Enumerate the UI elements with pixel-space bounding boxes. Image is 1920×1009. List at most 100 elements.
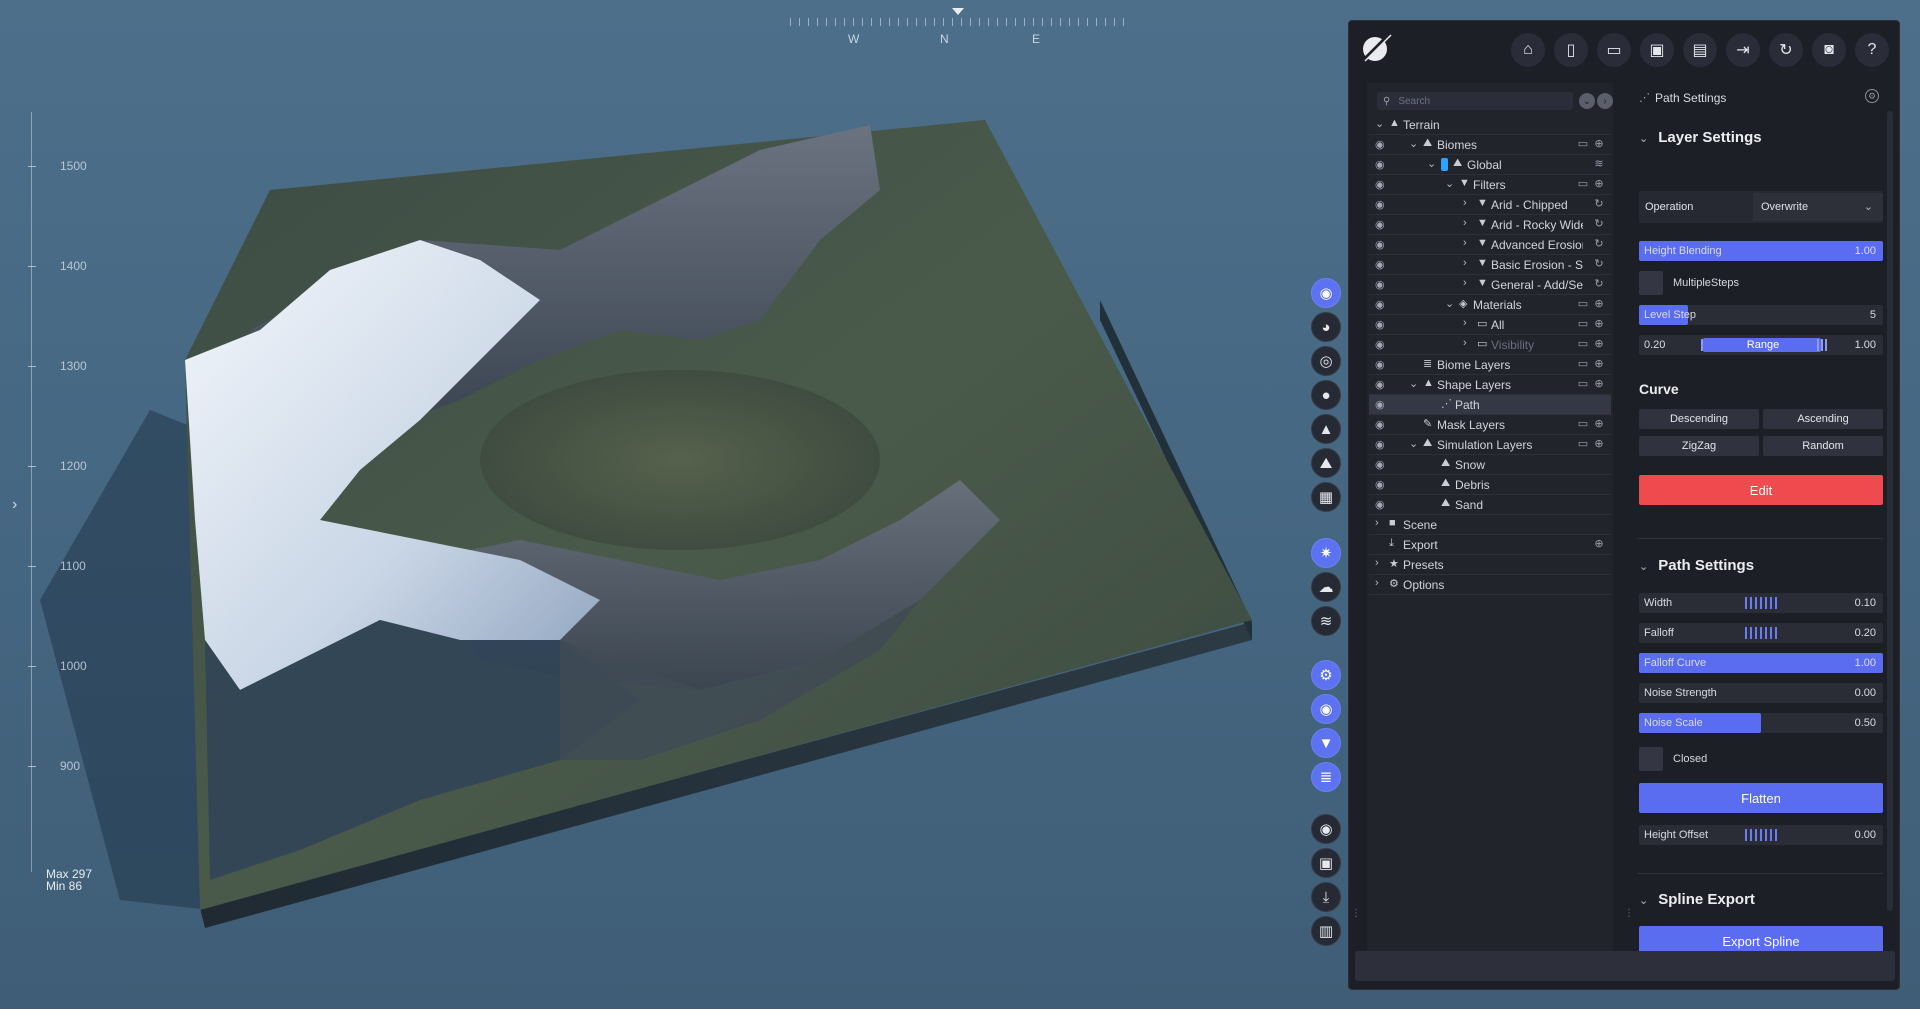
- terrain-icon[interactable]: ⛰: [1311, 448, 1341, 478]
- noise-strength-slider[interactable]: Noise Strength 0.00: [1639, 683, 1883, 703]
- sun-icon[interactable]: ✷: [1311, 538, 1341, 568]
- sync-icon[interactable]: ↻: [1593, 197, 1605, 210]
- eye-icon[interactable]: ◉: [1375, 358, 1389, 371]
- falloff-slider[interactable]: Falloff 0.20: [1639, 623, 1883, 643]
- refresh-button[interactable]: ↻: [1769, 33, 1803, 67]
- folder-icon[interactable]: ▭: [1577, 417, 1589, 430]
- chevron-down-icon[interactable]: ⌄: [1427, 157, 1437, 170]
- chevron-right-icon[interactable]: ›: [1463, 257, 1473, 269]
- eye-icon[interactable]: ◉: [1375, 398, 1389, 411]
- help-button[interactable]: ?: [1855, 33, 1889, 67]
- eye-icon[interactable]: ◉: [1375, 438, 1389, 451]
- tree-item-all[interactable]: ◉ › ▭ All ⊕ ▭: [1369, 315, 1611, 335]
- compass-icon[interactable]: ◉: [1311, 278, 1341, 308]
- layers-icon[interactable]: ≋: [1593, 157, 1605, 170]
- new-file-button[interactable]: ▯: [1554, 33, 1588, 67]
- eye-icon[interactable]: ◉: [1375, 198, 1389, 211]
- folder-icon[interactable]: ▭: [1577, 137, 1589, 150]
- folder-icon[interactable]: ▭: [1577, 357, 1589, 370]
- eye-icon[interactable]: ◉: [1375, 498, 1389, 511]
- add-icon[interactable]: ⊕: [1593, 437, 1605, 450]
- height-offset-slider[interactable]: Height Offset 0.00: [1639, 825, 1883, 845]
- settings-gear-icon[interactable]: ⚙: [1865, 89, 1879, 103]
- export-spline-button[interactable]: Export Spline: [1639, 926, 1883, 953]
- random-button[interactable]: Random: [1763, 436, 1883, 456]
- terrain-render[interactable]: [0, 0, 1340, 1009]
- settings-cogs-icon[interactable]: ⚙: [1311, 660, 1341, 690]
- layer-settings-header[interactable]: ⌄ Layer Settings: [1639, 129, 1762, 146]
- add-icon[interactable]: ⊕: [1593, 417, 1605, 430]
- tree-item-snow[interactable]: ◉ ⛰ Snow: [1369, 455, 1611, 475]
- eye-icon[interactable]: ◉: [1375, 378, 1389, 391]
- eye-icon[interactable]: ◉: [1375, 278, 1389, 291]
- stack-icon[interactable]: ≣: [1311, 762, 1341, 792]
- eye-icon[interactable]: ◉: [1375, 158, 1389, 171]
- path-settings-header[interactable]: ⌄ Path Settings: [1639, 557, 1754, 574]
- home-button[interactable]: ⌂: [1511, 33, 1545, 67]
- globe-icon[interactable]: ◕: [1311, 312, 1341, 342]
- eye-icon[interactable]: ◉: [1375, 478, 1389, 491]
- settings-scrollbar[interactable]: [1887, 111, 1893, 911]
- tree-item-filters[interactable]: ◉ ⌄ ▼ Filters ⊕ ▭: [1369, 175, 1611, 195]
- tree-item-materials[interactable]: ◉ ⌄ ◈ Materials ⊕ ▭: [1369, 295, 1611, 315]
- add-icon[interactable]: ⊕: [1593, 357, 1605, 370]
- eye-icon[interactable]: ◉: [1375, 238, 1389, 251]
- tree-item-path[interactable]: ◉ ⋰ Path: [1369, 395, 1611, 415]
- save-as-button[interactable]: ▤: [1683, 33, 1717, 67]
- chevron-right-icon[interactable]: ›: [1463, 237, 1473, 249]
- edit-button[interactable]: Edit: [1639, 475, 1883, 505]
- noise-scale-slider[interactable]: Noise Scale 0.50: [1639, 713, 1883, 733]
- filter-icon[interactable]: ▼: [1311, 728, 1341, 758]
- spline-export-header[interactable]: ⌄ Spline Export: [1639, 891, 1755, 908]
- eye-icon[interactable]: ◉: [1375, 218, 1389, 231]
- tree-item-biomes[interactable]: ◉ ⌄ ⛰ Biomes ⊕ ▭: [1369, 135, 1611, 155]
- height-offset-handle[interactable]: [1745, 829, 1777, 841]
- ascending-button[interactable]: Ascending: [1763, 409, 1883, 429]
- download-icon[interactable]: ⤓: [1311, 882, 1341, 912]
- tree-item-terrain[interactable]: ⌄ ▲ Terrain: [1369, 115, 1611, 135]
- sync-icon[interactable]: ↻: [1593, 277, 1605, 290]
- add-icon[interactable]: ⊕: [1593, 177, 1605, 190]
- chevron-right-icon[interactable]: ›: [12, 496, 17, 514]
- range-right-handle[interactable]: [1817, 339, 1829, 351]
- folder-icon[interactable]: ▭: [1577, 317, 1589, 330]
- chevron-down-icon[interactable]: ⌄: [1409, 437, 1419, 450]
- eye-icon[interactable]: ◉: [1375, 258, 1389, 271]
- chart-icon[interactable]: ▥: [1311, 916, 1341, 946]
- range-slider[interactable]: 0.20 Range 1.00: [1639, 335, 1883, 355]
- eye-icon[interactable]: ◉: [1375, 318, 1389, 331]
- tree-item-basic-erosion-soft-fl[interactable]: ◉ › ▼Basic Erosion - Soft Fl ↻: [1369, 255, 1611, 275]
- level-step-slider[interactable]: Level Step 5: [1639, 305, 1883, 325]
- tree-item-simulation-layers[interactable]: ◉ ⌄ ⛰ Simulation Layers ⊕ ▭: [1369, 435, 1611, 455]
- tree-item-biome-layers[interactable]: ◉ ≣ Biome Layers ⊕ ▭: [1369, 355, 1611, 375]
- chevron-right-icon[interactable]: ›: [1463, 277, 1473, 289]
- chevron-right-icon[interactable]: ›: [1463, 337, 1473, 349]
- sync-icon[interactable]: ↻: [1593, 257, 1605, 270]
- resize-grip-icon[interactable]: ⋮: [1624, 909, 1634, 919]
- cloud-icon[interactable]: ☁: [1311, 572, 1341, 602]
- multiple-steps-checkbox[interactable]: [1639, 271, 1663, 295]
- folder-icon[interactable]: ▭: [1577, 297, 1589, 310]
- open-folder-button[interactable]: ▭: [1597, 33, 1631, 67]
- tree-item-mask-layers[interactable]: ◉ ✎ Mask Layers ⊕ ▭: [1369, 415, 1611, 435]
- eye-icon[interactable]: ◉: [1375, 298, 1389, 311]
- width-slider[interactable]: Width 0.10: [1639, 593, 1883, 613]
- chevron-down-icon[interactable]: ⌄: [1445, 297, 1455, 310]
- add-icon[interactable]: ⊕: [1593, 297, 1605, 310]
- operation-select[interactable]: Overwrite ⌄: [1753, 193, 1883, 221]
- drop-icon[interactable]: ●: [1311, 380, 1341, 410]
- tree-item-arid-rocky-wide[interactable]: ◉ › ▼ Arid - Rocky Wide ↻: [1369, 215, 1611, 235]
- tree-item-advanced-erosion-w[interactable]: ◉ › ▼Advanced Erosion - W ↻: [1369, 235, 1611, 255]
- falloff-handle[interactable]: [1745, 627, 1777, 639]
- folder-icon[interactable]: ▭: [1577, 177, 1589, 190]
- chevron-right-icon[interactable]: ›: [1375, 557, 1385, 569]
- height-blending-slider[interactable]: Height Blending 1.00: [1639, 241, 1883, 261]
- add-icon[interactable]: ⊕: [1593, 537, 1605, 550]
- layers-lines-icon[interactable]: ≋: [1311, 606, 1341, 636]
- folder-icon[interactable]: ▭: [1577, 337, 1589, 350]
- sync-icon[interactable]: ↻: [1593, 217, 1605, 230]
- image-icon[interactable]: ▣: [1311, 848, 1341, 878]
- chevron-right-icon[interactable]: ›: [1597, 93, 1613, 109]
- chevron-down-icon[interactable]: ⌄: [1409, 377, 1419, 390]
- zigzag-button[interactable]: ZigZag: [1639, 436, 1759, 456]
